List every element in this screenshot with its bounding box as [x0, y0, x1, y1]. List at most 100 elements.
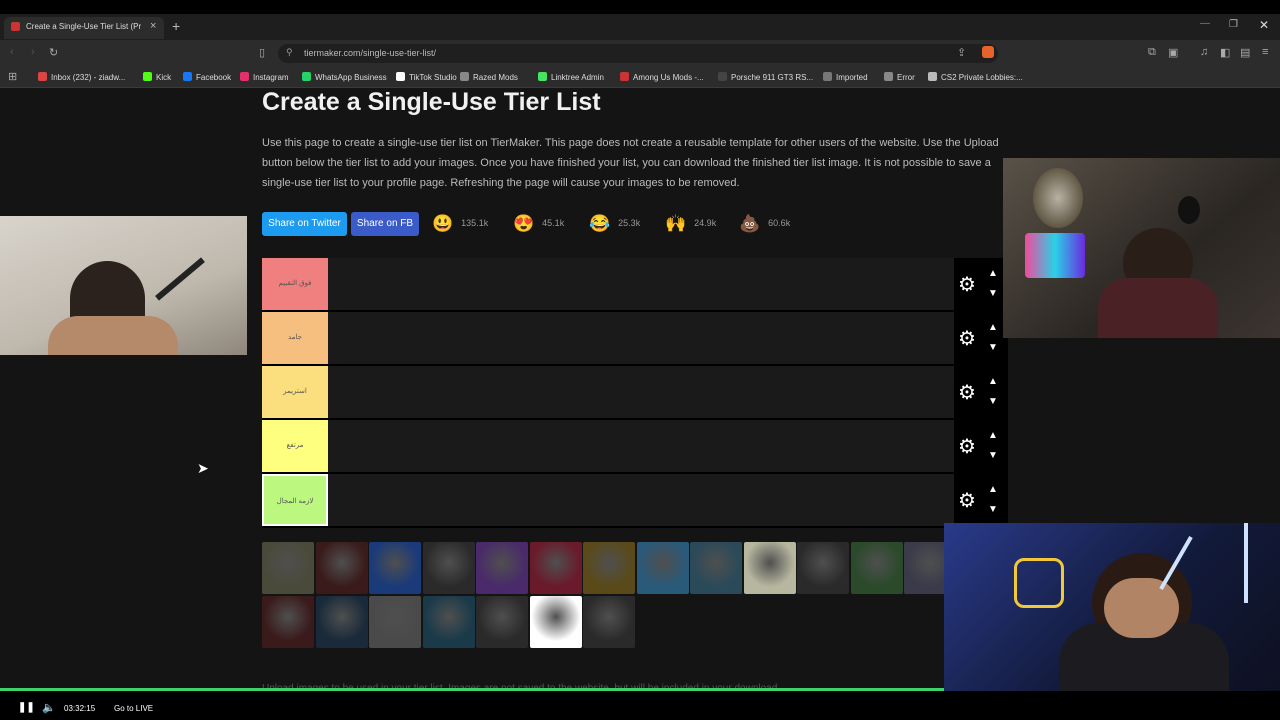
move-down-icon[interactable]: ▼ — [988, 504, 998, 515]
tier-label[interactable]: جامد — [262, 312, 328, 364]
menu-icon[interactable]: ≡ — [1262, 46, 1268, 58]
move-up-icon[interactable]: ▲ — [988, 268, 998, 279]
share-twitter-button[interactable]: Share on Twitter — [262, 212, 347, 236]
tier-item-image[interactable] — [797, 542, 849, 594]
tier-item-image[interactable] — [262, 596, 314, 648]
move-up-icon[interactable]: ▲ — [988, 376, 998, 387]
reaction-button[interactable]: 🙌 24.9k — [665, 214, 716, 234]
bookmark-item[interactable]: Instagram — [240, 72, 289, 82]
tier-row[interactable]: مرتفع — [262, 420, 954, 474]
bookmark-item[interactable]: Imported — [823, 72, 868, 82]
bookmark-item[interactable]: TikTok Studio — [396, 72, 457, 82]
bookmark-item[interactable]: Error — [884, 72, 915, 82]
go-to-live-button[interactable]: Go to LIVE — [114, 704, 153, 713]
move-down-icon[interactable]: ▼ — [988, 396, 998, 407]
site-info-icon[interactable]: ⚲ — [286, 47, 293, 58]
bookmark-item[interactable]: Among Us Mods -... — [620, 72, 704, 82]
reaction-button[interactable]: 😍 45.1k — [513, 214, 564, 234]
bookmark-favicon-icon — [240, 72, 249, 81]
gear-icon[interactable]: ⚙ — [958, 272, 976, 297]
restore-icon[interactable]: ❐ — [1229, 19, 1238, 30]
reaction-button[interactable]: 💩 60.6k — [739, 214, 790, 234]
tier-label[interactable]: مرتفع — [262, 420, 328, 472]
address-bar[interactable]: ⚲ tiermaker.com/single-use-tier-list/ — [278, 44, 998, 63]
close-window-icon[interactable]: ✕ — [1259, 18, 1269, 32]
move-up-icon[interactable]: ▲ — [988, 484, 998, 495]
new-tab-icon[interactable]: + — [172, 18, 180, 34]
bookmark-item[interactable]: Razed Mods — [460, 72, 518, 82]
tier-row[interactable]: فوق التقييم — [262, 258, 954, 312]
url-text: tiermaker.com/single-use-tier-list/ — [304, 48, 437, 58]
music-icon[interactable]: ♫ — [1200, 46, 1208, 58]
tier-item-image[interactable] — [636, 542, 689, 594]
tier-item-image[interactable] — [422, 596, 475, 648]
bookmark-item[interactable]: Porsche 911 GT3 RS... — [718, 72, 813, 82]
brave-shield-icon[interactable] — [982, 46, 994, 58]
move-down-icon[interactable]: ▼ — [988, 342, 998, 353]
tier-item-image[interactable] — [422, 542, 475, 594]
tier-label[interactable]: فوق التقييم — [262, 258, 328, 310]
tier-label[interactable]: استريمر — [262, 366, 328, 418]
tier-item-image[interactable] — [529, 596, 582, 648]
bookmark-item[interactable]: Kick — [143, 72, 171, 82]
page-description: Use this page to create a single-use tie… — [262, 137, 999, 189]
minimize-icon[interactable]: — — [1200, 18, 1210, 29]
extension-icon[interactable]: ⧉ — [1148, 46, 1156, 59]
back-icon[interactable]: ‹ — [10, 46, 14, 58]
volume-icon[interactable]: 🔈 — [42, 701, 56, 714]
tier-item-image[interactable] — [583, 542, 635, 594]
bookmark-favicon-icon — [620, 72, 629, 81]
bookmark-item[interactable]: Linktree Admin — [538, 72, 604, 82]
reaction-button[interactable]: 😂 25.3k — [589, 214, 640, 234]
tier-row[interactable]: جامد — [262, 312, 954, 366]
tier-item-image[interactable] — [369, 596, 421, 648]
gear-icon[interactable]: ⚙ — [958, 380, 976, 405]
move-up-icon[interactable]: ▲ — [988, 430, 998, 441]
bookmark-favicon-icon — [823, 72, 832, 81]
tier-label[interactable]: لازمه المجال — [262, 474, 328, 526]
tier-item-image[interactable] — [315, 542, 368, 594]
reaction-emoji-icon: 🙌 — [665, 214, 687, 233]
move-down-icon[interactable]: ▼ — [988, 288, 998, 299]
apps-icon[interactable]: ⊞ — [8, 70, 17, 83]
tier-item-image[interactable] — [262, 542, 314, 594]
tier-item-image[interactable] — [690, 542, 742, 594]
tier-item-image[interactable] — [315, 596, 368, 648]
bookmark-label: CS2 Private Lobbies:... — [941, 73, 1023, 82]
move-down-icon[interactable]: ▼ — [988, 450, 998, 461]
bookmark-item[interactable]: Facebook — [183, 72, 231, 82]
tier-item-image[interactable] — [583, 596, 635, 648]
move-up-icon[interactable]: ▲ — [988, 322, 998, 333]
share-icon[interactable]: ⇪ — [957, 46, 966, 59]
forward-icon[interactable]: › — [31, 46, 35, 58]
tier-item-image[interactable] — [743, 542, 796, 594]
active-tab[interactable]: Create a Single-Use Tier List (Pr × — [4, 17, 164, 39]
bookmark-icon[interactable]: ▯ — [259, 46, 265, 59]
wallet-icon[interactable]: ▤ — [1240, 46, 1250, 59]
bookmark-favicon-icon — [38, 72, 47, 81]
tier-row[interactable]: استريمر — [262, 366, 954, 420]
gear-icon[interactable]: ⚙ — [958, 488, 976, 513]
tier-item-image[interactable] — [850, 542, 903, 594]
tier-row[interactable]: لازمه المجال — [262, 474, 954, 528]
reload-icon[interactable]: ↻ — [49, 46, 58, 59]
screenshot-icon[interactable]: ▣ — [1168, 46, 1178, 59]
gear-icon[interactable]: ⚙ — [958, 326, 976, 351]
bookmark-label: Imported — [836, 73, 868, 82]
bookmark-label: Error — [897, 73, 915, 82]
share-fb-button[interactable]: Share on FB — [351, 212, 419, 236]
close-tab-icon[interactable]: × — [150, 20, 156, 32]
reaction-count: 135.1k — [461, 218, 489, 228]
tier-item-image[interactable] — [369, 542, 421, 594]
tier-item-image[interactable] — [476, 542, 528, 594]
bookmark-item[interactable]: Inbox (232) - ziadw... — [38, 72, 125, 82]
gear-icon[interactable]: ⚙ — [958, 434, 976, 459]
tier-item-image[interactable] — [529, 542, 582, 594]
bookmark-item[interactable]: WhatsApp Business — [302, 72, 387, 82]
reaction-button[interactable]: 😃 135.1k — [432, 214, 488, 234]
tier-item-image[interactable] — [476, 596, 528, 648]
reaction-count: 60.6k — [768, 218, 791, 228]
pause-icon[interactable]: ❚❚ — [18, 702, 35, 713]
bookmark-item[interactable]: CS2 Private Lobbies:... — [928, 72, 1023, 82]
sidebar-icon[interactable]: ◧ — [1220, 46, 1230, 59]
